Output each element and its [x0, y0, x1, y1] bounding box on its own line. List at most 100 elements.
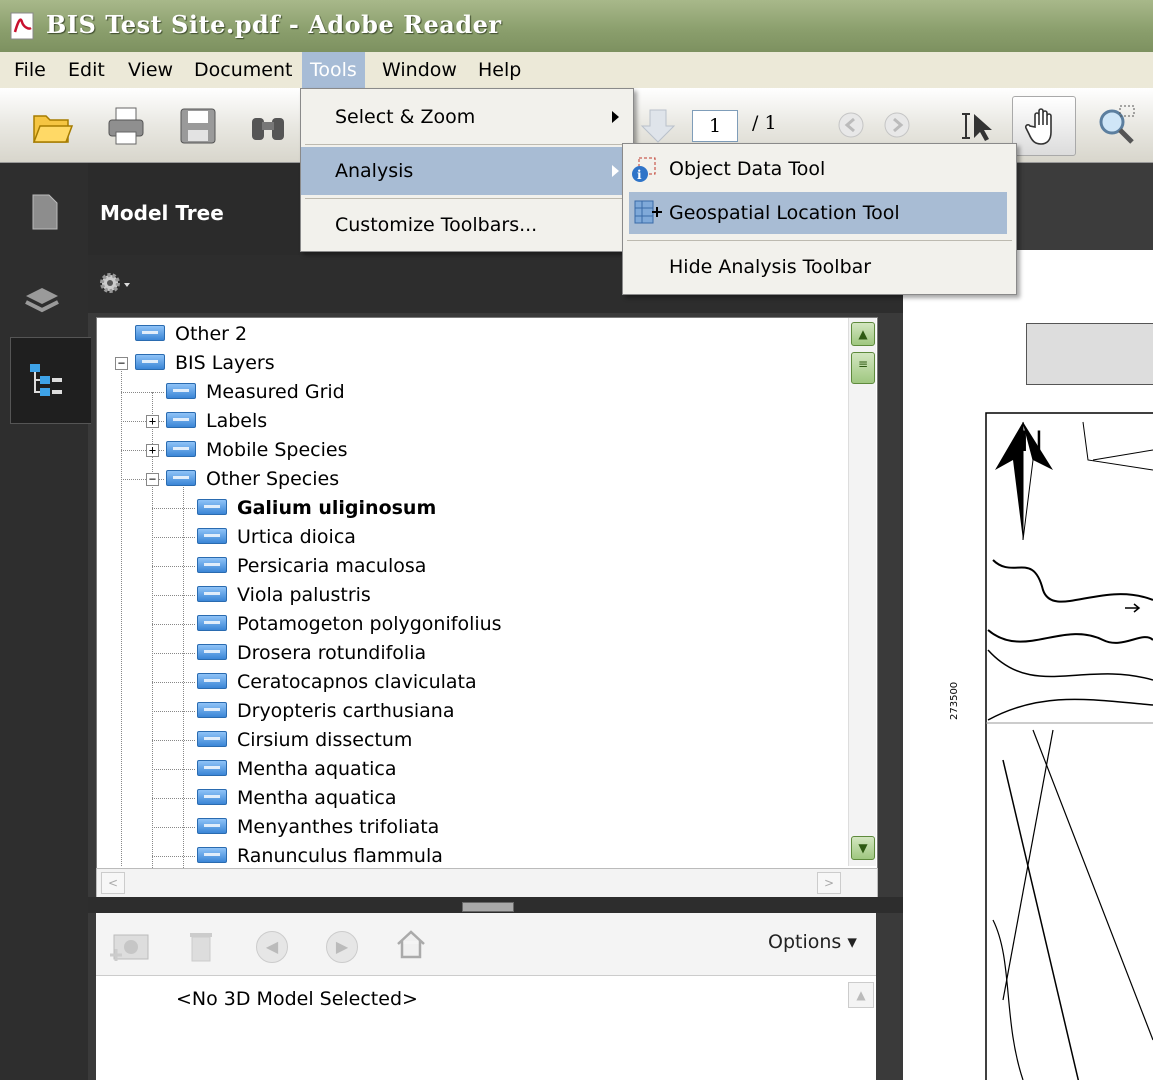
pdf-page[interactable]: N 273500 — [903, 250, 1153, 1080]
next-view-ghost-icon[interactable]: ▶ — [326, 931, 358, 963]
previous-view-icon[interactable] — [834, 108, 868, 142]
scroll-up-button[interactable]: ▲ — [851, 322, 875, 346]
open-folder-icon[interactable] — [30, 104, 74, 148]
next-page-arrow-icon[interactable] — [636, 104, 680, 148]
home-view-icon[interactable] — [394, 927, 428, 961]
menu-item-label: Analysis — [335, 160, 414, 182]
collapse-icon[interactable]: − — [146, 473, 159, 486]
zoom-marquee-icon[interactable] — [1094, 104, 1138, 148]
tree-item[interactable]: Mentha aquatica — [197, 784, 397, 812]
layer-icon — [197, 644, 227, 660]
save-icon[interactable] — [176, 104, 220, 148]
grid-coordinate-label: 273500 — [949, 681, 960, 720]
layer-icon — [197, 586, 227, 602]
expand-icon[interactable]: + — [146, 444, 159, 457]
print-icon[interactable] — [104, 104, 148, 148]
menu-document[interactable]: Document — [186, 52, 300, 88]
tree-horizontal-scrollbar[interactable]: < > — [96, 868, 878, 898]
tree-item-label: Urtica dioica — [237, 526, 356, 548]
menu-window[interactable]: Window — [374, 52, 465, 88]
menu-item-analysis[interactable]: Analysis — [301, 147, 633, 195]
menu-file[interactable]: File — [6, 52, 54, 88]
layer-icon — [197, 528, 227, 544]
tree-item[interactable]: Other Species — [166, 465, 339, 493]
menu-item-label: Hide Analysis Toolbar — [669, 256, 872, 278]
tree-item-label: Ceratocapnos claviculata — [237, 671, 477, 693]
tree-item[interactable]: Ceratocapnos claviculata — [197, 668, 477, 696]
next-view-icon[interactable] — [880, 108, 914, 142]
menu-item-geospatial-location-tool[interactable]: Geospatial Location Tool — [629, 192, 1007, 234]
adobe-reader-icon — [10, 12, 34, 40]
layer-icon — [197, 789, 227, 805]
tree-item[interactable]: Potamogeton polygonifolius — [197, 610, 502, 638]
layer-icon — [166, 470, 196, 486]
menu-item-object-data-tool[interactable]: i Object Data Tool — [623, 148, 1016, 190]
scroll-down-button[interactable]: ▼ — [851, 836, 875, 860]
tree-item-label: Ranunculus flammula — [237, 845, 443, 867]
scroll-right-button[interactable]: > — [817, 872, 841, 894]
layer-icon — [197, 847, 227, 863]
tree-item[interactable]: Other 2 — [135, 320, 247, 348]
layer-icon — [166, 412, 196, 428]
scroll-thumb[interactable]: ≡ — [851, 352, 875, 384]
scroll-left-button[interactable]: < — [101, 872, 125, 894]
north-label: N — [1021, 425, 1043, 458]
menu-edit[interactable]: Edit — [60, 52, 113, 88]
menu-item-customize-toolbars[interactable]: Customize Toolbars... — [301, 201, 633, 249]
tree-item-label: Persicaria maculosa — [237, 555, 427, 577]
collapse-icon[interactable]: − — [115, 357, 128, 370]
previous-view-ghost-icon[interactable]: ◀ — [256, 931, 288, 963]
layer-icon — [197, 731, 227, 747]
pages-panel-icon[interactable] — [30, 192, 60, 232]
menu-item-select-zoom[interactable]: Select & Zoom — [301, 93, 633, 141]
tree-item[interactable]: Ranunculus flammula — [197, 842, 443, 868]
layer-icon — [135, 325, 165, 341]
tree-item[interactable]: BIS Layers — [135, 349, 275, 377]
no-model-message: <No 3D Model Selected> — [176, 988, 418, 1010]
tree-item[interactable]: Menyanthes trifoliata — [197, 813, 439, 841]
layer-icon — [166, 383, 196, 399]
select-text-tool-icon[interactable] — [956, 104, 1000, 148]
title-bar: BIS Test Site.pdf - Adobe Reader — [0, 0, 1153, 53]
hand-tool-button[interactable] — [1012, 96, 1076, 156]
geospatial-location-icon — [634, 200, 662, 224]
object-data-icon: i — [632, 157, 656, 182]
page-number-input[interactable]: 1 — [692, 110, 738, 142]
tree-item[interactable]: Labels — [166, 407, 267, 435]
tree-item[interactable]: Dryopteris carthusiana — [197, 697, 454, 725]
options-dropdown[interactable]: Options ▾ — [768, 931, 857, 953]
submenu-arrow-icon — [612, 111, 619, 123]
splitter-grip[interactable] — [462, 902, 514, 912]
layers-panel-icon[interactable] — [22, 282, 62, 318]
tree-item-label: Menyanthes trifoliata — [237, 816, 440, 838]
camera-view-icon[interactable] — [110, 925, 152, 965]
expand-icon[interactable]: + — [146, 415, 159, 428]
layer-icon — [197, 818, 227, 834]
info-scroll-up-button[interactable]: ▲ — [848, 982, 874, 1008]
tree-item[interactable]: Persicaria maculosa — [197, 552, 426, 580]
gear-options-icon[interactable] — [98, 271, 132, 297]
tree-item[interactable]: Cirsium dissectum — [197, 726, 412, 754]
tree-item[interactable]: Drosera rotundifolia — [197, 639, 426, 667]
layer-icon — [197, 499, 227, 515]
tree-item[interactable]: Mentha aquatica — [197, 755, 397, 783]
menu-item-hide-analysis-toolbar[interactable]: Hide Analysis Toolbar — [623, 246, 1016, 288]
tree-item[interactable]: Galium uliginosum — [197, 494, 436, 522]
menu-tools[interactable]: Tools — [302, 52, 365, 88]
layer-icon — [197, 702, 227, 718]
delete-trash-icon[interactable] — [186, 925, 216, 965]
menu-help[interactable]: Help — [470, 52, 529, 88]
svg-text:i: i — [637, 168, 642, 182]
site-map — [985, 412, 1153, 1080]
tree-item-label: BIS Layers — [175, 352, 275, 374]
tree-item[interactable]: Mobile Species — [166, 436, 348, 464]
tree-item[interactable]: Viola palustris — [197, 581, 371, 609]
tree-item[interactable]: Measured Grid — [166, 378, 345, 406]
tree-vertical-scrollbar[interactable]: ▲ ≡ ▼ — [848, 318, 876, 866]
model-tree: Other 2 BIS Layers − Measured Grid Labels + Mo… — [96, 317, 878, 869]
tools-menu: Select & Zoom Analysis Customize Toolbar… — [300, 88, 634, 252]
find-binoculars-icon[interactable] — [246, 104, 290, 148]
map-title-box — [1026, 323, 1153, 385]
tree-item[interactable]: Urtica dioica — [197, 523, 356, 551]
menu-view[interactable]: View — [120, 52, 181, 88]
